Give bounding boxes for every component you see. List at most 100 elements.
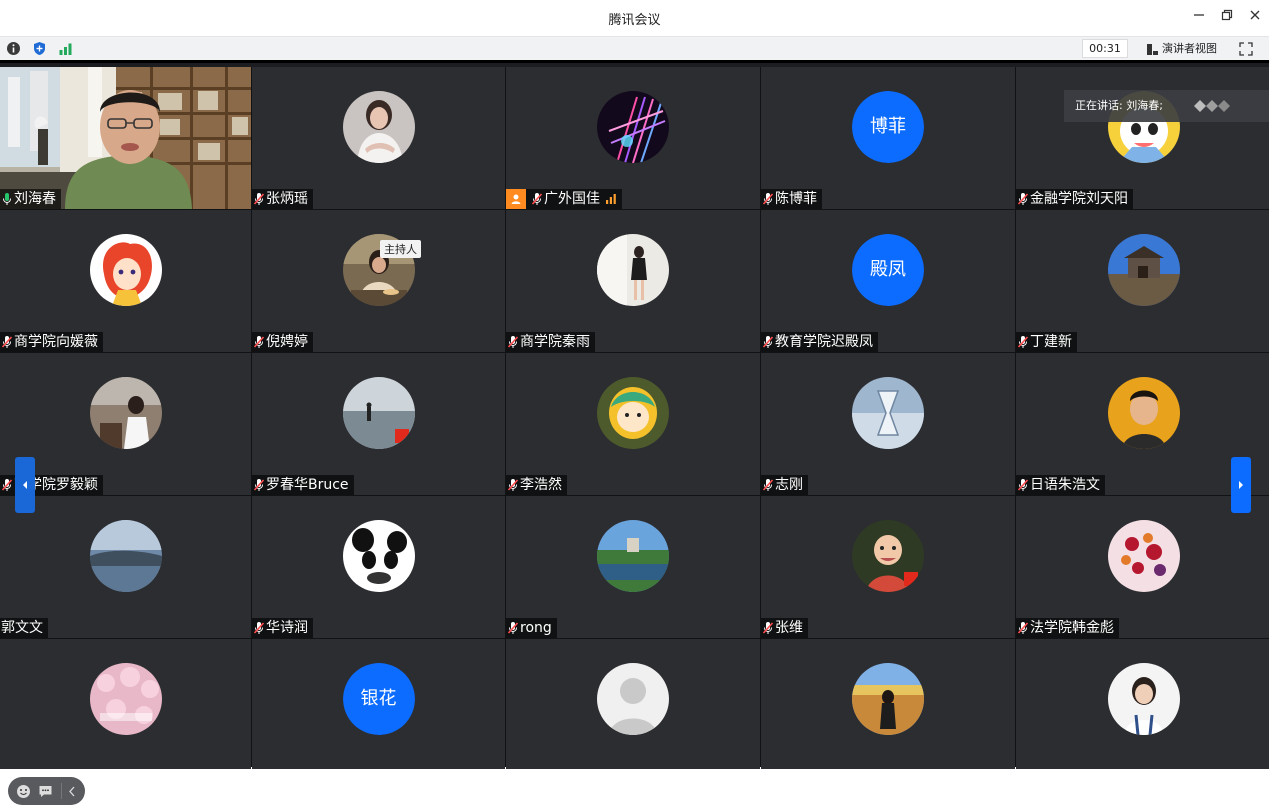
participant-tile[interactable]: 商学院秦雨 (506, 210, 760, 352)
participant-avatar (852, 663, 924, 735)
participant-tile[interactable]: 殿凤 教育学院迟殿凤 (761, 210, 1015, 352)
participant-nametag: 郭文文 (0, 618, 48, 638)
participant-nametag: 丁建新 (1016, 332, 1077, 352)
minimize-button[interactable] (1188, 7, 1210, 29)
participant-name: 倪娉婷 (266, 334, 308, 350)
participant-name: 丁建新 (1030, 334, 1072, 350)
participant-avatar (597, 377, 669, 449)
chat-icon[interactable] (38, 784, 53, 799)
minimize-icon (1194, 14, 1204, 16)
mic-muted-icon (1017, 479, 1029, 491)
title-bar: 腾讯会议 (0, 0, 1269, 36)
participant-avatar (597, 520, 669, 592)
mic-muted-icon (253, 479, 265, 491)
participant-tile[interactable]: 罗春华Bruce (252, 353, 505, 495)
chevron-left-icon (23, 481, 27, 489)
participant-nametag: 商学院秦雨 (506, 332, 595, 352)
participant-avatar (89, 520, 162, 592)
participant-avatar: 博菲 (852, 91, 924, 163)
participant-tile[interactable]: 博菲 陈博菲 (761, 67, 1015, 209)
mic-on-icon (3, 193, 11, 205)
participant-tile[interactable]: 华诗润 (252, 496, 505, 638)
close-button[interactable] (1244, 7, 1266, 29)
participant-nametag: 志刚 (761, 475, 808, 495)
emoji-icon[interactable] (16, 784, 31, 799)
participant-tile[interactable]: 志刚 (761, 353, 1015, 495)
participant-avatar (89, 663, 162, 735)
participant-avatar (597, 663, 669, 735)
participant-avatar (1107, 520, 1180, 592)
participant-tile[interactable]: 郭文文 (0, 496, 251, 638)
participant-avatar (1107, 663, 1180, 735)
participant-tile[interactable] (506, 639, 760, 769)
participant-nametag: 张维 (761, 618, 808, 638)
mic-muted-icon (762, 193, 774, 205)
fullscreen-icon[interactable] (1238, 41, 1254, 57)
participant-nametag: 李浩然 (506, 475, 567, 495)
mic-muted-icon (253, 622, 265, 634)
participant-tile[interactable]: 金融学院刘天阳 (1016, 67, 1269, 209)
participant-nametag: 倪娉婷 (252, 332, 313, 352)
participant-avatar (852, 520, 924, 592)
chevron-right-icon (1239, 481, 1243, 489)
participant-nametag: 日语朱浩文 (1016, 475, 1105, 495)
participant-name: 罗春华Bruce (266, 477, 349, 493)
participant-tile[interactable] (0, 639, 251, 769)
mic-muted-icon (1, 336, 13, 348)
network-signal-icon[interactable] (58, 41, 73, 56)
participant-tile[interactable]: 张炳瑶 (252, 67, 505, 209)
participant-avatar (89, 234, 162, 306)
participant-tile[interactable]: 银花 (252, 639, 505, 769)
speaker-view-button[interactable]: 演讲者视图 (1146, 40, 1217, 58)
participant-nametag: rong (506, 618, 557, 638)
participant-video (0, 67, 251, 209)
participant-avatar (342, 377, 415, 449)
default-avatar-icon (597, 663, 669, 735)
avatar-initials: 博菲 (852, 91, 924, 163)
participant-tile[interactable] (761, 639, 1015, 769)
participant-tile[interactable]: 商学院向媛薇 (0, 210, 251, 352)
close-icon (1250, 10, 1260, 20)
participant-tile[interactable]: 广外国佳 (506, 67, 760, 209)
participant-name: 商学院向媛薇 (14, 334, 98, 350)
mic-muted-icon (253, 193, 265, 205)
participant-tile[interactable]: 刘海春 (0, 67, 251, 209)
participant-avatar (342, 91, 415, 163)
participant-name: rong (520, 620, 552, 636)
participant-grid: 刘海春 张炳瑶 广外国佳 博菲 陈博菲 金融学院刘天阳 商学院向媛薇 主持人 倪… (0, 67, 1269, 769)
participant-name: 张炳瑶 (266, 191, 308, 207)
participant-nametag: 陈博菲 (761, 189, 822, 209)
participant-name: 郭文文 (1, 620, 43, 636)
participant-avatar (89, 377, 162, 449)
participant-nametag: 华诗润 (252, 618, 313, 638)
participant-tile[interactable]: 法学院韩金彪 (1016, 496, 1269, 638)
mic-muted-icon (253, 336, 265, 348)
mic-muted-icon (1017, 622, 1029, 634)
collapse-chevron-icon[interactable] (66, 784, 78, 799)
participant-avatar (342, 520, 415, 592)
participant-tile[interactable]: 主持人 倪娉婷 (252, 210, 505, 352)
participant-tile[interactable]: rong (506, 496, 760, 638)
security-shield-icon[interactable] (32, 41, 47, 56)
participant-tile[interactable]: 张维 (761, 496, 1015, 638)
participant-tile[interactable]: 李浩然 (506, 353, 760, 495)
participant-avatar (1107, 377, 1180, 449)
participant-tile[interactable] (1016, 639, 1269, 769)
participant-tile[interactable]: 丁建新 (1016, 210, 1269, 352)
info-icon[interactable] (6, 41, 21, 56)
participant-avatar (1107, 234, 1180, 306)
participant-name: 志刚 (775, 477, 803, 493)
participant-name: 教育学院迟殿凤 (775, 334, 873, 350)
restore-button[interactable] (1216, 7, 1238, 29)
mic-muted-icon (762, 336, 774, 348)
mic-muted-icon (762, 479, 774, 491)
participant-tile[interactable]: 商学院罗毅颖 (0, 353, 251, 495)
participant-nametag: 教育学院迟殿凤 (761, 332, 878, 352)
next-page-button[interactable] (1231, 457, 1251, 513)
prev-page-button[interactable] (15, 457, 35, 513)
participant-name: 刘海春 (14, 191, 56, 207)
mic-muted-icon (507, 336, 519, 348)
window-title: 腾讯会议 (608, 13, 661, 28)
divider (61, 783, 62, 799)
participant-nametag: 刘海春 (0, 189, 61, 209)
